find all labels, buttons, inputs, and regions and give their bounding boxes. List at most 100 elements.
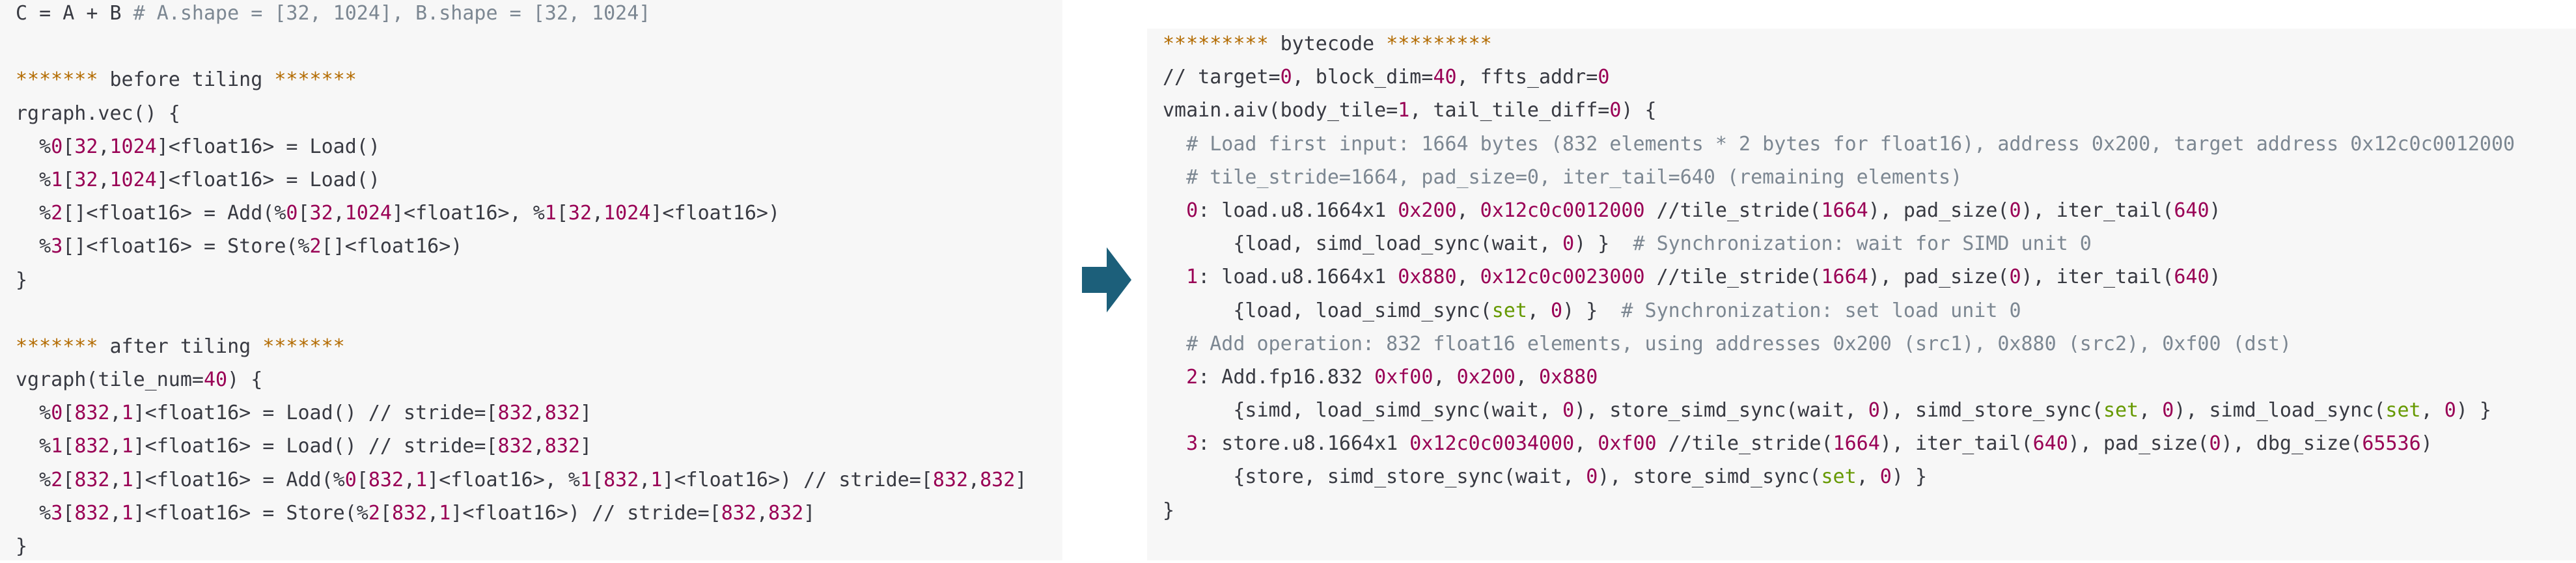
code-text: , xyxy=(333,202,345,225)
code-text: % xyxy=(16,435,51,458)
right-arrow-icon xyxy=(1082,247,1131,312)
code-number: 0 xyxy=(2209,432,2221,456)
code-line: %3[]<float16> = Store(%2[]<float16>) xyxy=(16,230,1027,263)
code-text: C = A + B xyxy=(16,2,133,25)
code-number: 0 xyxy=(1868,399,1880,422)
code-text: [ xyxy=(298,202,310,225)
code-number: 1 xyxy=(121,468,133,491)
code-number: 832 xyxy=(497,402,533,425)
code-number: 0 xyxy=(1586,465,1598,489)
code-number: 0x12c0c0034000 xyxy=(1409,432,1575,456)
code-text: ]<float16>, % xyxy=(391,202,545,225)
code-text: % xyxy=(16,501,51,525)
code-text: % xyxy=(16,468,51,491)
code-comment: # A.shape = [32, 1024], B.shape = [32, 1… xyxy=(133,2,651,25)
code-number: 32 xyxy=(568,202,592,225)
code-text: : load.u8.1664x1 xyxy=(1198,199,1398,222)
code-number: 1 xyxy=(121,402,133,425)
code-number: 65536 xyxy=(2362,432,2421,456)
code-text: ), simd_store_sync( xyxy=(1879,399,2103,422)
code-number: 1 xyxy=(439,501,451,525)
code-number: 1024 xyxy=(109,168,157,191)
code-text: : load.u8.1664x1 xyxy=(1198,266,1398,289)
code-number: 640 xyxy=(2174,266,2209,289)
code-text: ]<float16>) // stride=[ xyxy=(662,468,933,491)
code-text: ] xyxy=(1015,468,1027,491)
code-number: 0x200 xyxy=(1398,199,1457,222)
code-text: ) xyxy=(2420,432,2433,456)
code-number: 0 xyxy=(344,468,357,491)
code-text: ), store_simd_sync( xyxy=(1598,465,1821,489)
code-text: [ xyxy=(62,402,75,425)
code-comment: # Synchronization: wait for SIMD unit 0 xyxy=(1633,232,2092,256)
code-number: 32 xyxy=(74,135,98,158)
code-keyword: set xyxy=(2103,399,2139,422)
code-text: [ xyxy=(356,468,368,491)
code-line: 3: store.u8.1664x1 0x12c0c0034000, 0xf00… xyxy=(1163,427,2515,460)
code-number: 2 xyxy=(368,501,380,525)
code-number: 832 xyxy=(768,501,804,525)
code-text: []<float16>) xyxy=(321,235,463,258)
code-text: , xyxy=(109,402,122,425)
code-text: ), simd_load_sync( xyxy=(2174,399,2386,422)
code-line: rgraph.vec() { xyxy=(16,97,1027,130)
code-text: : Add.fp16.832 xyxy=(1198,365,1375,389)
code-text: ]<float16>, % xyxy=(427,468,580,491)
code-line: # Load first input: 1664 bytes (832 elem… xyxy=(1163,128,2515,161)
code-number: 1 xyxy=(415,468,428,491)
code-text: ), pad_size( xyxy=(1868,199,2010,222)
code-number: 1664 xyxy=(1821,266,1868,289)
code-text: {load, simd_load_sync(wait, xyxy=(1163,232,1563,256)
code-text: ) } xyxy=(1574,232,1633,256)
code-text: , xyxy=(756,501,768,525)
code-banner-stars: ********* xyxy=(1386,33,1492,55)
code-number: 640 xyxy=(2174,199,2209,222)
code-text: } xyxy=(16,268,28,292)
code-number: 832 xyxy=(980,468,1016,491)
code-text: , xyxy=(109,501,122,525)
code-text: ), pad_size( xyxy=(2068,432,2209,456)
code-number: 832 xyxy=(74,468,110,491)
code-line: ********* bytecode ********* xyxy=(1163,27,2515,61)
code-text: // target= xyxy=(1163,66,1281,89)
code-text: ) } xyxy=(1891,465,1928,489)
code-number: 2 xyxy=(309,235,322,258)
code-number: 832 xyxy=(74,501,110,525)
code-text: ] xyxy=(579,435,592,458)
code-number: 832 xyxy=(721,501,756,525)
code-text: , xyxy=(98,168,110,191)
code-text: % xyxy=(16,168,51,191)
code-text: , xyxy=(533,402,545,425)
code-text: [ xyxy=(380,501,392,525)
code-text: , xyxy=(109,468,122,491)
code-comment: # Load first input: 1664 bytes (832 elem… xyxy=(1163,132,2515,156)
code-number: 0x880 xyxy=(1398,266,1457,289)
code-text: , xyxy=(533,435,545,458)
code-text: } xyxy=(1163,499,1175,522)
code-number: 1664 xyxy=(1833,432,1880,456)
code-comment: # tile_stride=1664, pad_size=0, iter_tai… xyxy=(1163,165,1963,189)
code-number: 0x880 xyxy=(1539,365,1598,389)
code-text: vgraph(tile_num= xyxy=(16,368,204,392)
code-number: 0 xyxy=(1562,399,1575,422)
code-line: %1[832,1]<float16> = Load() // stride=[8… xyxy=(16,430,1027,463)
code-number: 1024 xyxy=(109,135,157,158)
code-text: ]<float16> = Load() // stride=[ xyxy=(133,435,498,458)
code-text: ]<float16> = Load() // stride=[ xyxy=(133,402,498,425)
code-text: } xyxy=(16,535,28,558)
code-number: 3 xyxy=(1186,432,1198,456)
code-text: rgraph.vec() { xyxy=(16,102,180,125)
code-text: % xyxy=(16,135,51,158)
code-text: , xyxy=(98,135,110,158)
code-number: 0 xyxy=(1562,232,1575,256)
code-text: [ xyxy=(556,202,568,225)
code-number: 0 xyxy=(1280,66,1292,89)
code-number: 0 xyxy=(2444,399,2456,422)
code-text: , xyxy=(1456,266,1480,289)
code-text: [ xyxy=(62,135,75,158)
code-number: 832 xyxy=(544,435,580,458)
code-number: 2 xyxy=(1186,365,1198,389)
code-number: 32 xyxy=(74,168,98,191)
